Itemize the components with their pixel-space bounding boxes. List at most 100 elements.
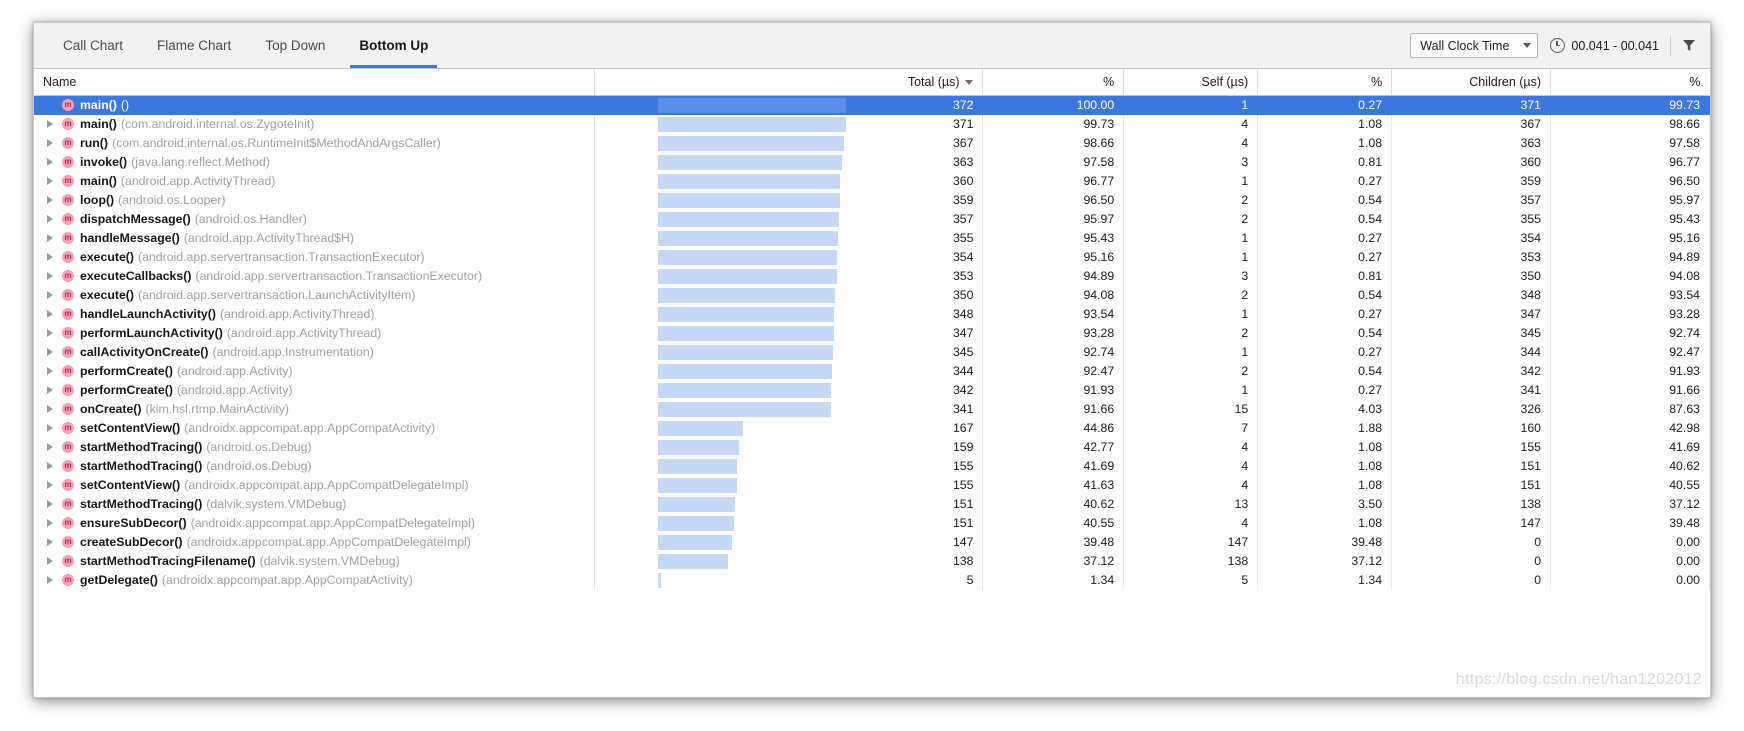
- expand-arrow-icon[interactable]: [42, 305, 58, 324]
- expand-arrow-icon[interactable]: [42, 514, 58, 533]
- cell-name: m execute() (android.app.servertransaction…: [34, 247, 596, 267]
- table-row[interactable]: m setContentView() (androidx.appcompat.app…: [34, 418, 1710, 438]
- expand-arrow-icon[interactable]: [42, 362, 58, 381]
- expand-arrow-icon[interactable]: [42, 248, 58, 267]
- table-row[interactable]: m onCreate() (kim.hsl.rtmp.MainActivity) 34…: [34, 399, 1710, 419]
- table-row[interactable]: m dispatchMessage() (android.os.Handler) 35…: [34, 209, 1710, 229]
- expand-arrow-icon[interactable]: [42, 533, 58, 552]
- method-package: (android.app.Activity): [176, 383, 293, 397]
- table-row[interactable]: m invoke() (java.lang.reflect.Method) 363 97…: [34, 152, 1710, 172]
- cell-total-bar: 341: [594, 399, 984, 419]
- expand-arrow-icon[interactable]: [42, 419, 58, 438]
- column-header-children[interactable]: Children (µs): [1391, 69, 1552, 96]
- method-package: (android.app.Instrumentation): [212, 345, 374, 359]
- method-name: startMethodTracing(): [80, 497, 203, 511]
- method-name: createSubDecor(): [80, 535, 183, 549]
- filter-icon[interactable]: [1682, 39, 1696, 52]
- table-row[interactable]: m setContentView() (androidx.appcompat.app…: [34, 475, 1710, 495]
- cell-total-bar: 345: [594, 342, 984, 362]
- table-row[interactable]: m performCreate() (android.app.Activity) 34…: [34, 380, 1710, 400]
- expand-arrow-icon[interactable]: [42, 457, 58, 476]
- expand-arrow-icon[interactable]: [42, 229, 58, 248]
- table-row[interactable]: m performCreate() (android.app.Activity) 34…: [34, 361, 1710, 381]
- cell-total-percent: 37.12: [982, 551, 1125, 571]
- cell-name: m handleLaunchActivity() (android.app.Acti…: [34, 304, 596, 324]
- table-row[interactable]: m startMethodTracing() (android.os.Debug) 1…: [34, 456, 1710, 476]
- cell-self: 3: [1123, 266, 1259, 286]
- column-header-total_pct[interactable]: %: [982, 69, 1125, 96]
- cell-name: m callActivityOnCreate() (android.app.Inst…: [34, 342, 596, 362]
- expand-arrow-icon[interactable]: [42, 400, 58, 419]
- method-name: main(): [80, 98, 117, 112]
- table-row[interactable]: m main() (com.android.internal.os.ZygoteIn…: [34, 114, 1710, 134]
- cell-total-value: 348: [952, 306, 974, 321]
- tab-top-down[interactable]: Top Down: [248, 23, 342, 68]
- table-row[interactable]: m callActivityOnCreate() (android.app.Inst…: [34, 342, 1710, 362]
- cell-self: 4: [1123, 114, 1259, 134]
- sort-descending-icon: [965, 79, 974, 85]
- method-name: invoke(): [80, 155, 128, 169]
- table-row[interactable]: m startMethodTracing() (dalvik.system.VMDe…: [34, 494, 1710, 514]
- clock-type-select[interactable]: Wall Clock Time: [1410, 33, 1539, 58]
- expand-arrow-icon[interactable]: [42, 571, 58, 590]
- table-row[interactable]: m createSubDecor() (androidx.appcompat.app…: [34, 532, 1710, 552]
- expand-arrow-icon[interactable]: [42, 552, 58, 571]
- method-package: (com.android.internal.os.ZygoteInit): [120, 117, 315, 131]
- table-row[interactable]: m loop() (android.os.Looper) 359 96.50 2 0.54 3…: [34, 190, 1710, 210]
- expand-arrow-icon[interactable]: [42, 191, 58, 210]
- method-name: performCreate(): [80, 364, 173, 378]
- tab-bottom-up[interactable]: Bottom Up: [342, 23, 445, 68]
- expand-arrow-icon[interactable]: [42, 267, 58, 286]
- expand-arrow-icon[interactable]: [42, 495, 58, 514]
- column-header-name[interactable]: Name: [34, 69, 596, 96]
- method-icon: m: [62, 384, 74, 396]
- column-header-self[interactable]: Self (µs): [1123, 69, 1259, 96]
- column-header-self_pct[interactable]: %: [1257, 69, 1393, 96]
- expand-arrow-icon[interactable]: [42, 115, 58, 134]
- column-header-child_pct[interactable]: %: [1550, 69, 1710, 96]
- cell-name: m createSubDecor() (androidx.appcompat.app…: [34, 532, 596, 552]
- cell-self-percent: 0.81: [1257, 152, 1393, 172]
- expand-arrow-icon[interactable]: [42, 134, 58, 153]
- expand-arrow-icon[interactable]: [42, 210, 58, 229]
- expand-arrow-icon[interactable]: [42, 172, 58, 191]
- column-header-total[interactable]: Total (µs): [594, 69, 984, 96]
- table-row[interactable]: m handleLaunchActivity() (android.app.Acti…: [34, 304, 1710, 324]
- cell-total-value: 354: [952, 249, 974, 264]
- cell-total-percent: 96.77: [982, 171, 1125, 191]
- expand-arrow-icon[interactable]: [42, 381, 58, 400]
- table-row[interactable]: m run() (com.android.internal.os.RuntimeIn…: [34, 133, 1710, 153]
- expand-arrow-icon[interactable]: [42, 343, 58, 362]
- cell-children: 138: [1391, 494, 1552, 514]
- table-row[interactable]: m execute() (android.app.servertransaction…: [34, 247, 1710, 267]
- table-row[interactable]: m handleMessage() (android.app.ActivityThr…: [34, 228, 1710, 248]
- method-package: (dalvik.system.VMDebug): [206, 497, 347, 511]
- expand-arrow-icon[interactable]: [42, 153, 58, 172]
- profiler-table-container[interactable]: Name Total (µs)% Self (µs)% Children (µs)% …: [34, 69, 1710, 697]
- total-duration-bar: [658, 420, 743, 436]
- table-row[interactable]: m ensureSubDecor() (androidx.appcompat.app…: [34, 513, 1710, 533]
- tab-call-chart[interactable]: Call Chart: [46, 23, 140, 68]
- table-row[interactable]: m main()() 372 100.00 1 0.27 371 99.73: [34, 95, 1710, 115]
- table-row[interactable]: m startMethodTracing() (android.os.Debug) 1…: [34, 437, 1710, 457]
- tab-flame-chart[interactable]: Flame Chart: [140, 23, 248, 68]
- cell-name: m performLaunchActivity() (android.app.Act…: [34, 323, 596, 343]
- cell-self-percent: 3.50: [1257, 494, 1393, 514]
- cell-self-percent: 37.12: [1257, 551, 1393, 571]
- table-row[interactable]: m execute() (android.app.servertransaction…: [34, 285, 1710, 305]
- method-package: (androidx.appcompat.app.AppCompatActivit…: [161, 573, 413, 587]
- table-row[interactable]: m main() (android.app.ActivityThread) 360 96…: [34, 171, 1710, 191]
- table-row[interactable]: m startMethodTracingFilename() (dalvik.sys…: [34, 551, 1710, 571]
- method-name: startMethodTracingFilename(): [80, 554, 256, 568]
- expand-arrow-icon[interactable]: [42, 324, 58, 343]
- table-row[interactable]: m executeCallbacks() (android.app.servertr…: [34, 266, 1710, 286]
- expand-arrow-icon[interactable]: [42, 286, 58, 305]
- cell-total-percent: 39.48: [982, 532, 1125, 552]
- expand-arrow-icon[interactable]: [42, 438, 58, 457]
- table-row[interactable]: m performLaunchActivity() (android.app.Act…: [34, 323, 1710, 343]
- table-row[interactable]: m getDelegate() (androidx.appcompat.app.Ap…: [34, 570, 1710, 590]
- chevron-down-icon: [1523, 43, 1532, 48]
- expand-arrow-icon[interactable]: [42, 476, 58, 495]
- cell-total-bar: 357: [594, 209, 984, 229]
- cell-self: 5: [1123, 570, 1259, 590]
